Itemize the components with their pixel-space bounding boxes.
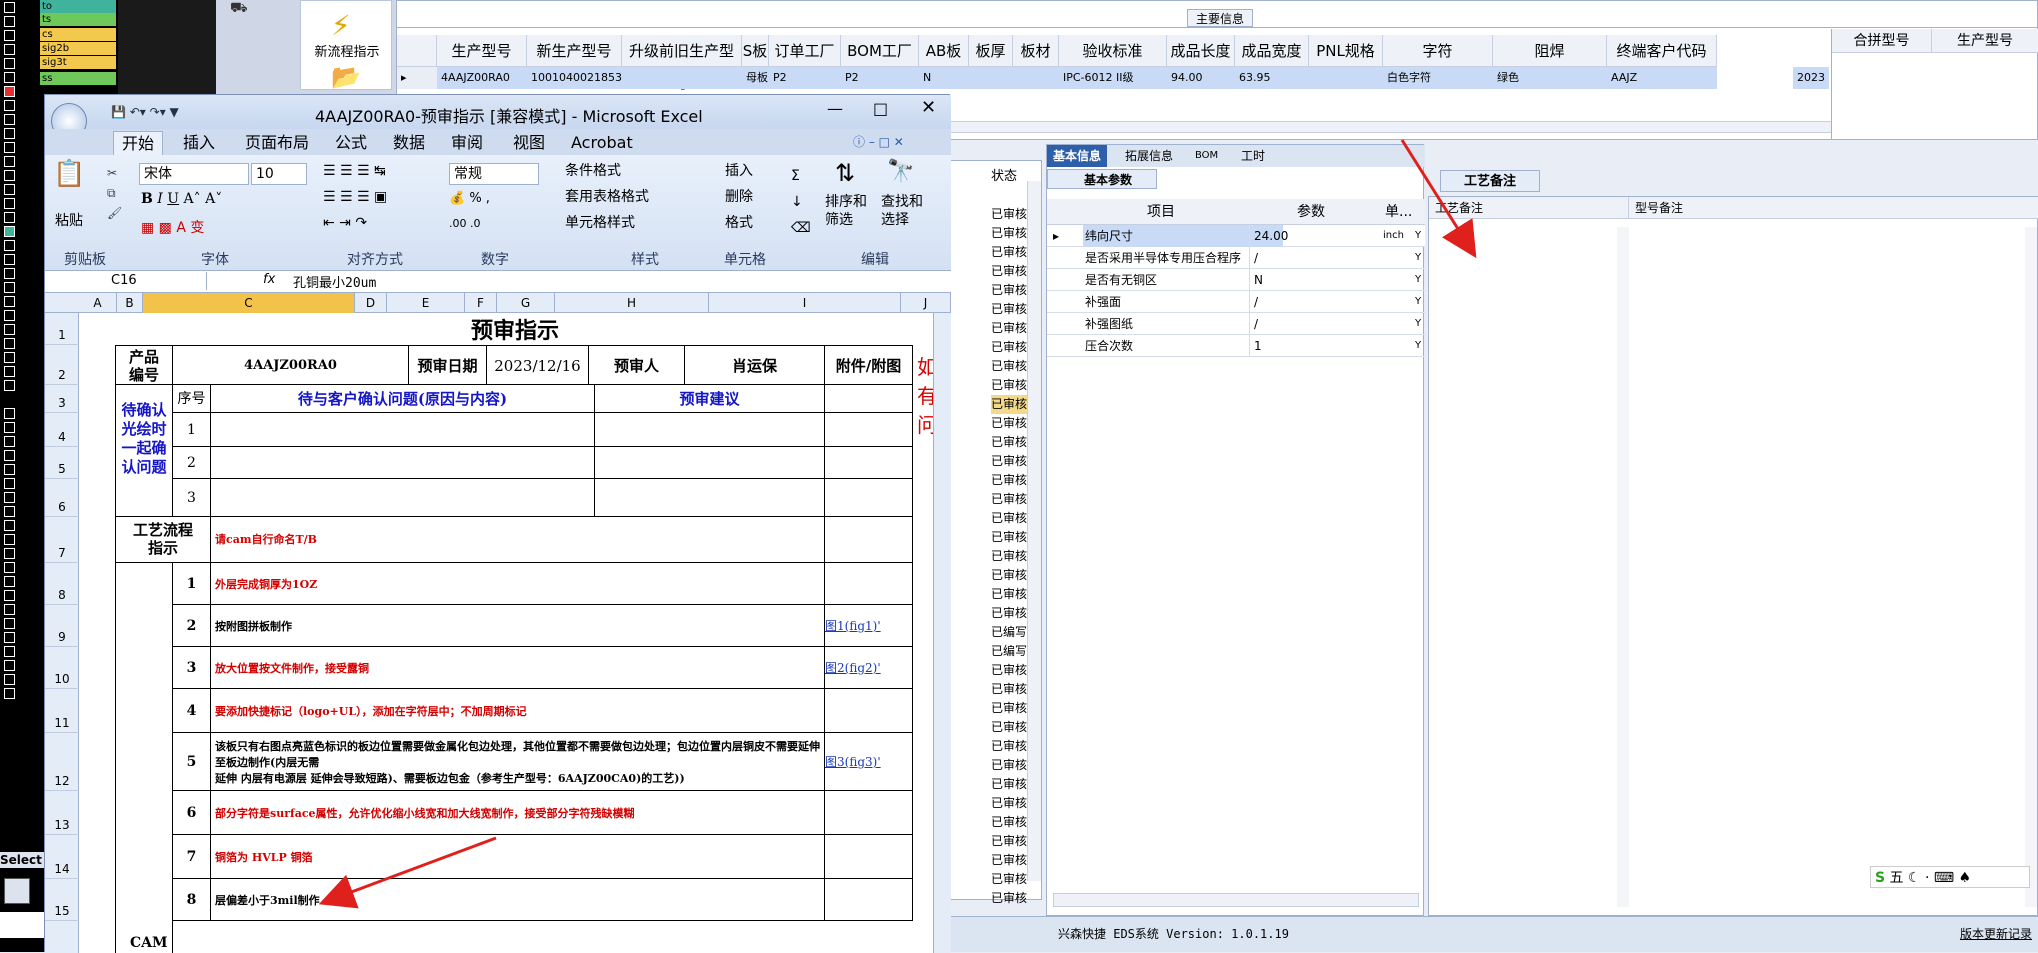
annotation-arrows (318, 139, 1477, 909)
arrow-line (1400, 139, 1477, 259)
arrow-line (318, 836, 497, 909)
